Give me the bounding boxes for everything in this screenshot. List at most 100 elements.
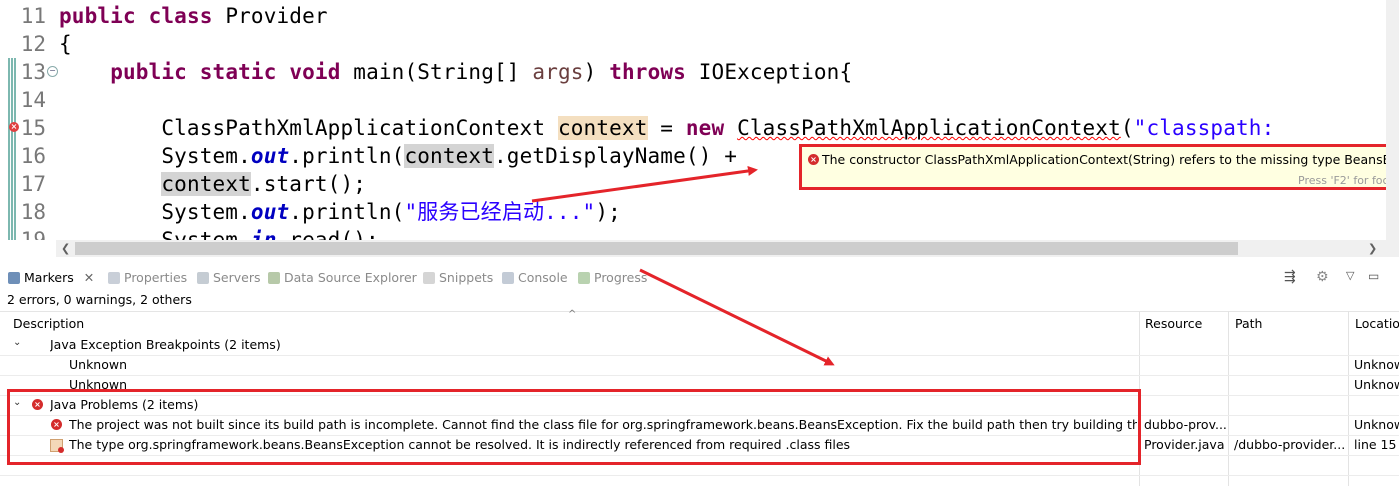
code-token: .read(); [276,228,379,240]
code-token: ClassPathXmlApplicationContext [737,116,1121,140]
code-token: in [250,228,277,240]
minimize-icon[interactable]: ▭ [1368,269,1379,283]
filter-icon[interactable]: ⚙ [1316,269,1329,285]
code-token: class [148,4,213,28]
line-number: 19 [20,228,46,240]
code-text: public static void main(String[] args) t… [59,58,852,86]
line-number: 18 [20,200,46,224]
code-token: Provider [212,4,328,28]
code-text: ClassPathXmlApplicationContext context =… [59,114,1274,142]
code-text: System.out.println("服务已经启动..."); [59,198,621,226]
line-number: 12 [20,32,46,56]
tab-console[interactable]: Console [502,270,568,285]
markers-icon [8,272,20,284]
column-path[interactable]: Path [1235,316,1262,331]
code-token: ); [595,200,621,224]
code-token: ( [1120,116,1134,140]
code-line[interactable]: 12 { [0,30,1399,58]
code-token: "服务已经启动..." [404,200,596,224]
code-token: .println( [289,200,405,224]
tab-snippets[interactable]: Snippets [423,270,493,285]
code-line[interactable]: 18 System.out.println("服务已经启动..."); [0,198,1399,226]
tab-servers[interactable]: Servers [197,270,261,285]
column-location[interactable]: Location [1355,316,1399,331]
scroll-right-icon[interactable]: ❯ [1368,240,1377,257]
code-line[interactable]: 19 System.in.read(); [0,226,1399,240]
tab-markers[interactable]: Markers ✕ [8,270,94,285]
column-resource[interactable]: Resource [1145,316,1202,331]
close-tab-icon[interactable]: ✕ [84,270,94,285]
code-token: void [289,60,341,84]
console-icon [502,272,514,284]
code-text: public class Provider [59,2,328,30]
code-text: System.in.read(); [59,226,379,240]
code-token: out [250,200,290,224]
code-token: { [59,32,72,56]
line-number: 11 [20,4,46,28]
code-token: System. [59,144,251,168]
tooltip-highlight-box [799,144,1399,190]
line-number: 16 [20,144,46,168]
code-token: static [199,60,277,84]
markers-summary: 2 errors, 0 warnings, 2 others [7,292,192,307]
editor-horizontal-scrollbar[interactable]: ❮ ❯ [56,240,1399,257]
focus-on-selection-icon[interactable]: ⇶ [1284,269,1296,285]
code-token: .start(); [250,172,367,196]
code-line[interactable]: 11 public class Provider [0,2,1399,30]
column-description[interactable]: Description [13,316,84,331]
code-token: new [685,116,725,140]
line-number: 13 [20,60,46,84]
code-token: context [557,116,648,140]
code-token: .println( [289,144,405,168]
code-editor[interactable]: − × 11 public class Provider 12{13 public … [0,0,1399,240]
code-text: { [59,30,72,58]
properties-icon [108,272,120,284]
snippets-icon [423,272,435,284]
code-token: public [59,4,136,28]
scroll-left-icon[interactable]: ❮ [61,240,70,257]
tab-data-source-explorer[interactable]: Data Source Explorer [268,270,417,285]
code-token: context [404,144,494,168]
group-row-breakpoints[interactable]: ⌄ Java Exception Breakpoints (2 items) [0,335,1399,356]
code-token: System. [59,200,251,224]
scrollbar-thumb[interactable] [75,242,1238,255]
code-token: out [250,144,290,168]
code-text: System.out.println(context.getDisplayNam… [59,142,737,170]
line-number: 17 [20,172,46,196]
code-token: ) [583,60,610,84]
data-source-icon [268,272,280,284]
servers-icon [197,272,209,284]
code-token: "classpath: [1133,116,1275,140]
code-token: ClassPathXmlApplicationContext [59,116,558,140]
markers-table-header: Description ^ Resource Path Location [0,309,1399,336]
progress-icon [578,272,590,284]
code-token: context [161,172,251,196]
tab-progress[interactable]: Progress [578,270,647,285]
code-line[interactable]: 14 [0,86,1399,114]
code-token: System. [59,228,251,240]
view-menu-icon[interactable]: ▽ [1346,269,1354,282]
tab-properties[interactable]: Properties [108,270,187,285]
code-token: main(String[] [340,60,533,84]
code-token: = [647,116,686,140]
code-token: IOException{ [685,60,853,84]
line-number: 15 [20,116,46,140]
code-line[interactable]: 13 public static void main(String[] args… [0,58,1399,86]
table-row[interactable]: Unknown Unknown [0,355,1399,376]
problems-highlight-box [7,389,1141,465]
code-token: throws [609,60,686,84]
sort-ascending-icon: ^ [568,309,577,320]
line-number: 14 [20,88,46,112]
code-text: context.start(); [59,170,366,198]
view-tab-bar: Markers ✕ Properties Servers Data Source… [0,266,1399,291]
code-token: public [110,60,187,84]
chevron-down-icon[interactable]: ⌄ [13,337,21,348]
editor-vertical-scrollbar[interactable] [1386,0,1399,240]
code-line[interactable]: 15 ClassPathXmlApplicationContext contex… [0,114,1399,142]
code-token: args [532,60,584,84]
